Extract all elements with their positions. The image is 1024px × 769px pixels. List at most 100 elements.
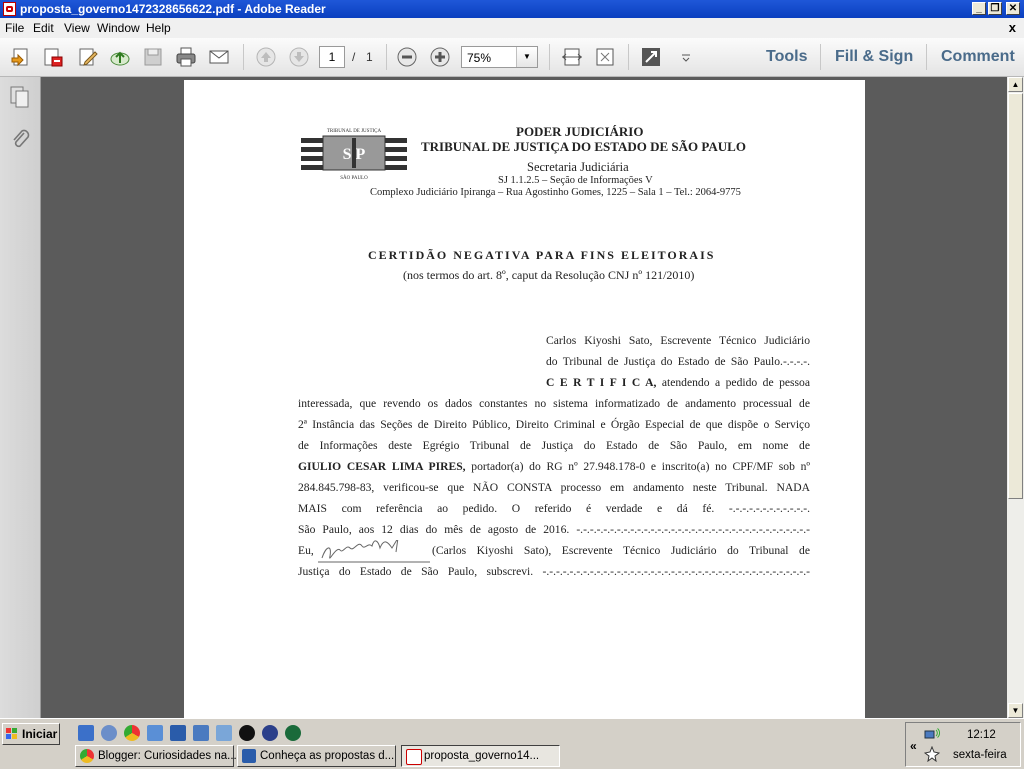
next-page-icon[interactable] xyxy=(288,46,310,68)
logo-bottom-text: SÃO PAULO xyxy=(340,175,368,181)
header-secao: SJ 1.1.2.5 – Seção de Informações V xyxy=(498,175,653,186)
tools-button[interactable]: Tools xyxy=(766,48,807,66)
certificate-subtitle: (nos termos do art. 8º, caput da Resoluç… xyxy=(403,268,695,282)
word-icon xyxy=(242,749,256,763)
document-icon[interactable] xyxy=(216,725,232,741)
body-line: Eu, xyxy=(298,544,314,557)
page-thumbnails-icon[interactable] xyxy=(9,85,31,109)
show-desktop-icon[interactable] xyxy=(78,725,94,741)
toolbar: 1 / 1 75% ▼ Tools Fill & Sign Comment xyxy=(0,38,1024,77)
clock-time[interactable]: 12:12 xyxy=(967,729,996,741)
create-pdf-icon[interactable] xyxy=(42,46,64,68)
menu-edit[interactable]: Edit xyxy=(33,21,54,35)
attachments-icon[interactable] xyxy=(9,127,31,151)
task-word[interactable]: Conheça as propostas d... xyxy=(237,745,396,767)
body-text: atendendo a pedido de pessoa xyxy=(656,376,811,389)
save-icon[interactable] xyxy=(142,46,164,68)
utorrent-icon[interactable] xyxy=(239,725,255,741)
show-hidden-icons-button[interactable]: « xyxy=(910,739,917,753)
word-icon[interactable] xyxy=(170,725,186,741)
navigation-panel xyxy=(0,77,41,718)
chrome-icon xyxy=(80,749,94,763)
menu-file[interactable]: File xyxy=(5,21,24,35)
antivirus-icon[interactable] xyxy=(285,725,301,741)
close-document-icon[interactable]: x xyxy=(1009,20,1016,35)
toolbar-separator xyxy=(926,44,927,70)
body-line: C E R T I F I C A, atendendo a pedido de… xyxy=(546,372,810,393)
clock-day: sexta-feira xyxy=(953,749,1007,761)
network-icon[interactable] xyxy=(147,725,163,741)
toolbar-separator xyxy=(628,44,629,70)
menu-help[interactable]: Help xyxy=(146,21,171,35)
menu-view[interactable]: View xyxy=(64,21,90,35)
zoom-select[interactable]: 75% ▼ xyxy=(461,46,538,68)
scroll-down-icon[interactable]: ▼ xyxy=(1008,703,1023,718)
menu-bar: File Edit View Window Help x xyxy=(0,18,1024,39)
logo-top-text: TRIBUNAL DE JUSTIÇA xyxy=(327,129,382,134)
task-label: Blogger: Curiosidades na... xyxy=(98,750,237,762)
scroll-up-icon[interactable]: ▲ xyxy=(1008,77,1023,92)
toolbar-separator xyxy=(820,44,821,70)
task-label: proposta_governo14... xyxy=(424,750,540,762)
start-button[interactable]: Iniciar xyxy=(2,723,60,745)
pdf-page: TRIBUNAL DE JUSTIÇA S P SÃO PAULO PODER … xyxy=(184,80,865,718)
fit-page-icon[interactable] xyxy=(594,46,616,68)
body-text: portador(a) do RG nº 27.948.178-0 e insc… xyxy=(465,460,810,473)
print-icon[interactable] xyxy=(175,46,197,68)
body-line: Justiça do Estado de São Paulo, subscrev… xyxy=(298,565,810,578)
header-tribunal: TRIBUNAL DE JUSTIÇA DO ESTADO DE SÃO PAU… xyxy=(421,139,746,154)
certificate-title: CERTIDÃO NEGATIVA PARA FINS ELEITORAIS xyxy=(368,248,716,262)
minimize-button[interactable]: _ xyxy=(972,2,986,15)
task-blogger[interactable]: Blogger: Curiosidades na... xyxy=(75,745,237,767)
restore-button[interactable]: ❐ xyxy=(988,2,1002,15)
window-title: proposta_governo1472328656622.pdf - Adob… xyxy=(20,2,326,16)
fullscreen-icon[interactable] xyxy=(640,46,662,68)
body-line: 284.845.798-83, verificou-se que NÃO CON… xyxy=(298,481,810,494)
edit-icon[interactable] xyxy=(77,46,99,68)
page-number-input[interactable]: 1 xyxy=(319,46,345,68)
certifica-text: C E R T I F I C A, xyxy=(546,376,657,389)
scroll-thumb[interactable] xyxy=(1008,93,1023,499)
toolbar-separator xyxy=(549,44,550,70)
body-line: (Carlos Kiyoshi Sato), Escrevente Técnic… xyxy=(432,544,810,557)
body-line: interessada, que revendo os dados consta… xyxy=(298,397,810,410)
zoom-in-icon[interactable] xyxy=(429,46,451,68)
app-icon[interactable] xyxy=(193,725,209,741)
header-address: Complexo Judiciário Ipiranga – Rua Agost… xyxy=(370,187,741,198)
header-secretaria: Secretaria Judiciária xyxy=(527,160,629,174)
media-icon[interactable] xyxy=(262,725,278,741)
body-line: do Tribunal de Justiça do Estado de São … xyxy=(546,355,810,368)
title-bar: proposta_governo1472328656622.pdf - Adob… xyxy=(0,0,1024,18)
adobe-reader-icon xyxy=(3,2,16,16)
chrome-icon[interactable] xyxy=(124,725,140,741)
system-tray: « 12:12 sexta-feira xyxy=(905,722,1021,767)
prev-page-icon[interactable] xyxy=(255,46,277,68)
menu-window[interactable]: Window xyxy=(97,21,140,35)
body-line: São Paulo, aos 12 dias do mês de agosto … xyxy=(298,523,810,536)
body-line: 2ª Instância das Seções de Direito Públi… xyxy=(298,418,810,431)
task-label: Conheça as propostas d... xyxy=(260,750,395,762)
page-total: 1 xyxy=(366,50,373,64)
task-adobe-reader[interactable]: proposta_governo14... xyxy=(401,745,560,767)
close-window-button[interactable]: ✕ xyxy=(1006,2,1020,15)
zoom-out-icon[interactable] xyxy=(396,46,418,68)
vertical-scrollbar[interactable]: ▲ ▼ xyxy=(1007,77,1024,718)
fill-sign-button[interactable]: Fill & Sign xyxy=(835,48,913,66)
comment-button[interactable]: Comment xyxy=(941,48,1015,66)
taskbar: Iniciar Blogger: Curiosidades na... Conh… xyxy=(0,718,1024,769)
chevron-down-icon[interactable]: ▼ xyxy=(516,47,537,67)
network-status-icon[interactable] xyxy=(924,728,940,742)
pin-icon[interactable] xyxy=(924,746,940,762)
body-line: MAIS com referência ao pedido. O referid… xyxy=(298,502,810,515)
adobe-reader-icon xyxy=(406,749,422,765)
document-area[interactable]: TRIBUNAL DE JUSTIÇA S P SÃO PAULO PODER … xyxy=(41,77,1007,718)
upload-icon[interactable] xyxy=(109,46,131,68)
customize-icon[interactable] xyxy=(675,46,690,68)
body-line: de Informações deste Egrégio Tribunal de… xyxy=(298,439,810,452)
email-icon[interactable] xyxy=(208,46,230,68)
toolbar-separator xyxy=(243,44,244,70)
fit-width-icon[interactable] xyxy=(561,46,583,68)
toolbar-separator xyxy=(386,44,387,70)
open-icon[interactable] xyxy=(10,46,32,68)
explorer-icon[interactable] xyxy=(101,725,117,741)
